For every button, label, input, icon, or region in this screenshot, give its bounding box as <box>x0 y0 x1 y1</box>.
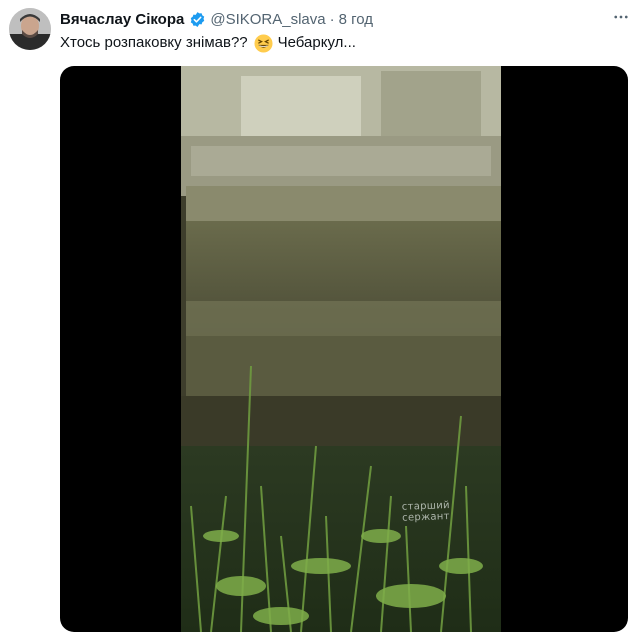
video-caption: старший сержант <box>401 500 451 524</box>
separator-dot: · <box>329 10 335 28</box>
author-name[interactable]: Вячаслау Сікора <box>60 11 184 28</box>
author-handle[interactable]: @SIKORA_slava <box>210 11 325 28</box>
video-frame: старший сержант <box>181 66 501 632</box>
verified-badge-icon <box>189 11 206 28</box>
avatar-photo <box>9 8 51 50</box>
tweet-text-part-1: Хтось розпаковку знімав?? <box>60 34 248 51</box>
more-dots-icon <box>614 15 628 19</box>
grinning-squinting-face-emoji-icon <box>254 33 273 53</box>
more-options-button[interactable] <box>610 6 632 28</box>
author-avatar[interactable] <box>9 8 51 50</box>
video-player[interactable]: старший сержант <box>60 66 628 632</box>
video-still-image <box>181 66 501 632</box>
tweet-timestamp[interactable]: 8 год <box>339 11 373 28</box>
tweet-header: Вячаслау Сікора @SIKORA_slava · 8 год <box>60 8 624 30</box>
tweet-text-part-2: Чебаркул... <box>277 34 356 51</box>
tweet-text: Хтось розпаковку знімав?? Чебаркул... <box>60 33 356 53</box>
